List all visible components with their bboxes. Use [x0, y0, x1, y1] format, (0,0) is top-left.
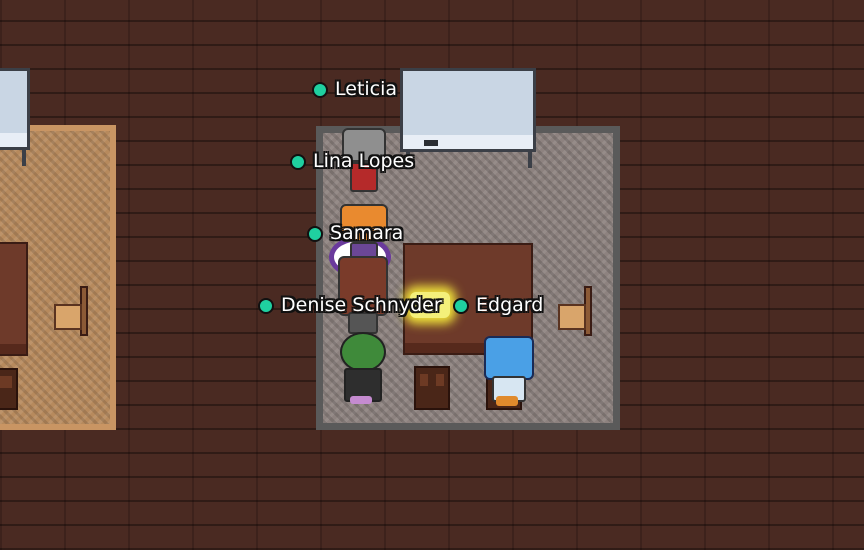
online-status-dot: [258, 297, 274, 314]
online-status-dot: [290, 153, 306, 170]
avatar-shoes: [496, 396, 518, 406]
player-name: Samara: [330, 222, 404, 244]
player-name: Leticia: [335, 78, 398, 100]
nametag-denise-schnyder: Denise Schnyder: [258, 296, 442, 315]
nametag-samara: Samara: [307, 224, 403, 243]
online-status-dot: [312, 81, 328, 98]
whiteboard-marker-tray: [424, 140, 438, 146]
left-whiteboard[interactable]: [0, 68, 30, 150]
left-chair-side[interactable]: [54, 304, 82, 330]
left-chair-bottom[interactable]: [0, 368, 18, 410]
player-name: Edgard: [476, 294, 544, 316]
avatar-green-hat[interactable]: [336, 330, 390, 410]
main-whiteboard[interactable]: [400, 68, 536, 152]
online-status-dot: [307, 225, 323, 242]
avatar-hair: [484, 336, 534, 380]
avatar-edgard[interactable]: [482, 336, 534, 410]
right-chair[interactable]: [558, 304, 586, 330]
left-whiteboard-leg: [22, 150, 26, 166]
avatar-hat: [340, 332, 386, 372]
nametag-edgard: Edgard: [453, 296, 543, 315]
nametag-lina-lopes: Lina Lopes: [290, 152, 414, 171]
bottom-chair-left[interactable]: [414, 366, 450, 410]
avatar-shoes: [350, 396, 372, 404]
player-name: Lina Lopes: [313, 150, 415, 172]
player-name: Denise Schnyder: [281, 294, 442, 316]
online-status-dot: [453, 297, 469, 314]
main-whiteboard-leg-right: [528, 152, 532, 168]
left-table[interactable]: [0, 242, 28, 356]
nametag-leticia: Leticia: [312, 80, 397, 99]
